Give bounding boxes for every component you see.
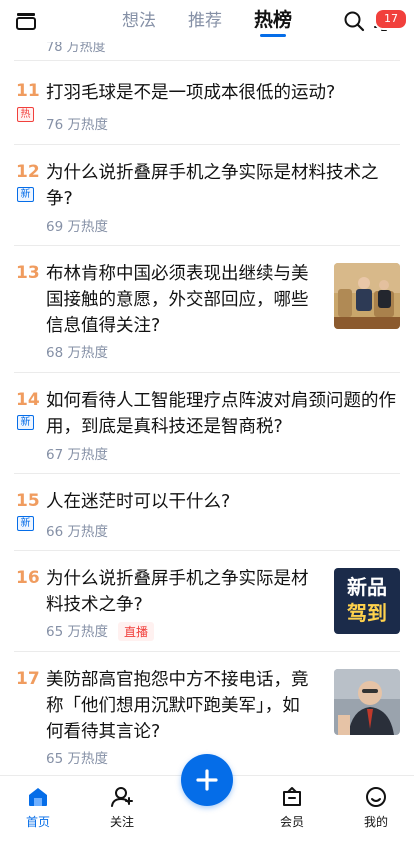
list-item[interactable]: 13 布林肯称中国必须表现出继续与美 国接触的意愿，外交部回应，哪些 信息值得关…: [14, 245, 400, 372]
official-photo-thumbnail[interactable]: [334, 669, 400, 735]
item-title[interactable]: 为什么说折叠屏手机之争实际是材 料技术之争?: [46, 566, 309, 618]
heat-count: 67 万热度: [46, 447, 108, 463]
title-line: 用，到底是真科技还是智商税?: [46, 417, 283, 437]
profile-icon: [366, 787, 386, 807]
active-tab-indicator: [259, 34, 286, 37]
item-title[interactable]: 布林肯称中国必须表现出继续与美 国接触的意愿，外交部回应，哪些 信息值得关注?: [46, 261, 309, 339]
title-line: 打羽毛球是不是一项成本很低的运动?: [46, 83, 336, 103]
title-line: 如何看待人工智能理疗点阵波对肩颈问题的作: [46, 391, 396, 411]
list-item[interactable]: 16 为什么说折叠屏手机之争实际是材 料技术之争? 65 万热度 直播 新品 驾到: [14, 550, 400, 651]
title-line: 人在迷茫时可以干什么?: [46, 492, 231, 512]
vip-icon: [283, 787, 301, 806]
heat-count: 69 万热度: [46, 219, 108, 235]
thumb-text-line-1: 新品: [347, 575, 387, 599]
tab-recommend[interactable]: 推荐: [188, 7, 222, 35]
title-line: 称「他们想用沉默吓跑美军」，如: [46, 696, 300, 716]
title-line: 美防部高官抱怨中方不接电话，竟: [46, 670, 309, 690]
rank-number: 17: [16, 669, 40, 689]
rank-number: 13: [16, 263, 40, 283]
tab-hot-list-label: 热榜: [253, 9, 292, 31]
list-item[interactable]: 12 新 为什么说折叠屏手机之争实际是材料技术之 争? 69 万热度: [14, 144, 400, 245]
rank-number: 16: [16, 568, 40, 588]
nav-home-label: 首页: [25, 815, 50, 829]
title-line: 料技术之争?: [46, 595, 143, 615]
title-line: 为什么说折叠屏手机之争实际是材料技术之: [46, 163, 379, 183]
nav-follow[interactable]: 关注: [92, 784, 152, 830]
nav-home[interactable]: 首页: [8, 784, 68, 830]
item-title[interactable]: 美防部高官抱怨中方不接电话，竟 称「他们想用沉默吓跑美军」，如 何看待其言论?: [46, 667, 309, 745]
nav-vip[interactable]: 会员: [262, 784, 322, 830]
nav-follow-label: 关注: [109, 815, 134, 829]
top-header: 想法 推荐 热榜 17: [0, 0, 414, 42]
create-post-button[interactable]: [181, 754, 233, 806]
heat-count: 68 万热度: [46, 345, 108, 361]
title-line: 何看待其言论?: [46, 722, 161, 742]
item-title[interactable]: 打羽毛球是不是一项成本很低的运动?: [46, 80, 335, 106]
live-badge: 直播: [117, 622, 154, 641]
nav-profile-label: 我的: [363, 815, 388, 829]
search-icon[interactable]: [342, 9, 366, 33]
home-icon: [29, 788, 47, 806]
item-title[interactable]: 为什么说折叠屏手机之争实际是材料技术之 争?: [46, 160, 379, 212]
tab-ideas[interactable]: 想法: [122, 7, 156, 35]
official-photo-image: [334, 669, 400, 735]
heat-count: 65 万热度: [46, 624, 108, 640]
title-line: 国接触的意愿，外交部回应，哪些: [46, 290, 309, 310]
title-line: 争?: [46, 189, 73, 209]
plus-icon: [196, 769, 218, 791]
rank-number: 11: [16, 81, 40, 101]
new-tag: 新: [17, 516, 34, 531]
rank-number: 14: [16, 390, 40, 410]
notification-badge: 17: [374, 8, 408, 30]
hot-list: 11 热 打羽毛球是不是一项成本很低的运动? 76 万热度 12 新 为什么说折…: [0, 60, 414, 767]
rank-number: 12: [16, 162, 40, 182]
list-item[interactable]: 15 新 人在迷茫时可以干什么? 66 万热度: [14, 473, 400, 550]
title-line: 信息值得关注?: [46, 316, 161, 336]
tab-hot-list[interactable]: 热榜: [253, 6, 292, 37]
item-title[interactable]: 人在迷茫时可以干什么?: [46, 489, 230, 515]
new-tag: 新: [17, 187, 34, 202]
meeting-photo-thumbnail[interactable]: [334, 263, 400, 329]
rank-number: 15: [16, 491, 40, 511]
hot-tag: 热: [17, 107, 34, 122]
meeting-photo-image: [334, 263, 400, 329]
heat-count: 66 万热度: [46, 524, 108, 540]
title-line: 布林肯称中国必须表现出继续与美: [46, 264, 309, 284]
heat-count: 76 万热度: [46, 117, 108, 133]
follow-icon: [111, 787, 133, 807]
title-line: 为什么说折叠屏手机之争实际是材: [46, 569, 309, 589]
heat-row: 65 万热度 直播: [46, 620, 154, 641]
item-title[interactable]: 如何看待人工智能理疗点阵波对肩颈问题的作 用，到底是真科技还是智商税?: [46, 388, 396, 440]
new-product-thumbnail[interactable]: 新品 驾到: [334, 568, 400, 634]
heat-count: 65 万热度: [46, 751, 108, 767]
new-tag: 新: [17, 415, 34, 430]
list-item[interactable]: 14 新 如何看待人工智能理疗点阵波对肩颈问题的作 用，到底是真科技还是智商税?…: [14, 372, 400, 473]
nav-profile[interactable]: 我的: [346, 784, 406, 830]
list-item[interactable]: 11 热 打羽毛球是不是一项成本很低的运动? 76 万热度: [14, 60, 400, 144]
bottom-navigation: 首页 关注 会员 我的: [0, 754, 414, 843]
list-item[interactable]: 17 美防部高官抱怨中方不接电话，竟 称「他们想用沉默吓跑美军」，如 何看待其言…: [14, 651, 400, 767]
nav-vip-label: 会员: [279, 815, 304, 829]
thumb-text-line-2: 驾到: [347, 601, 387, 625]
